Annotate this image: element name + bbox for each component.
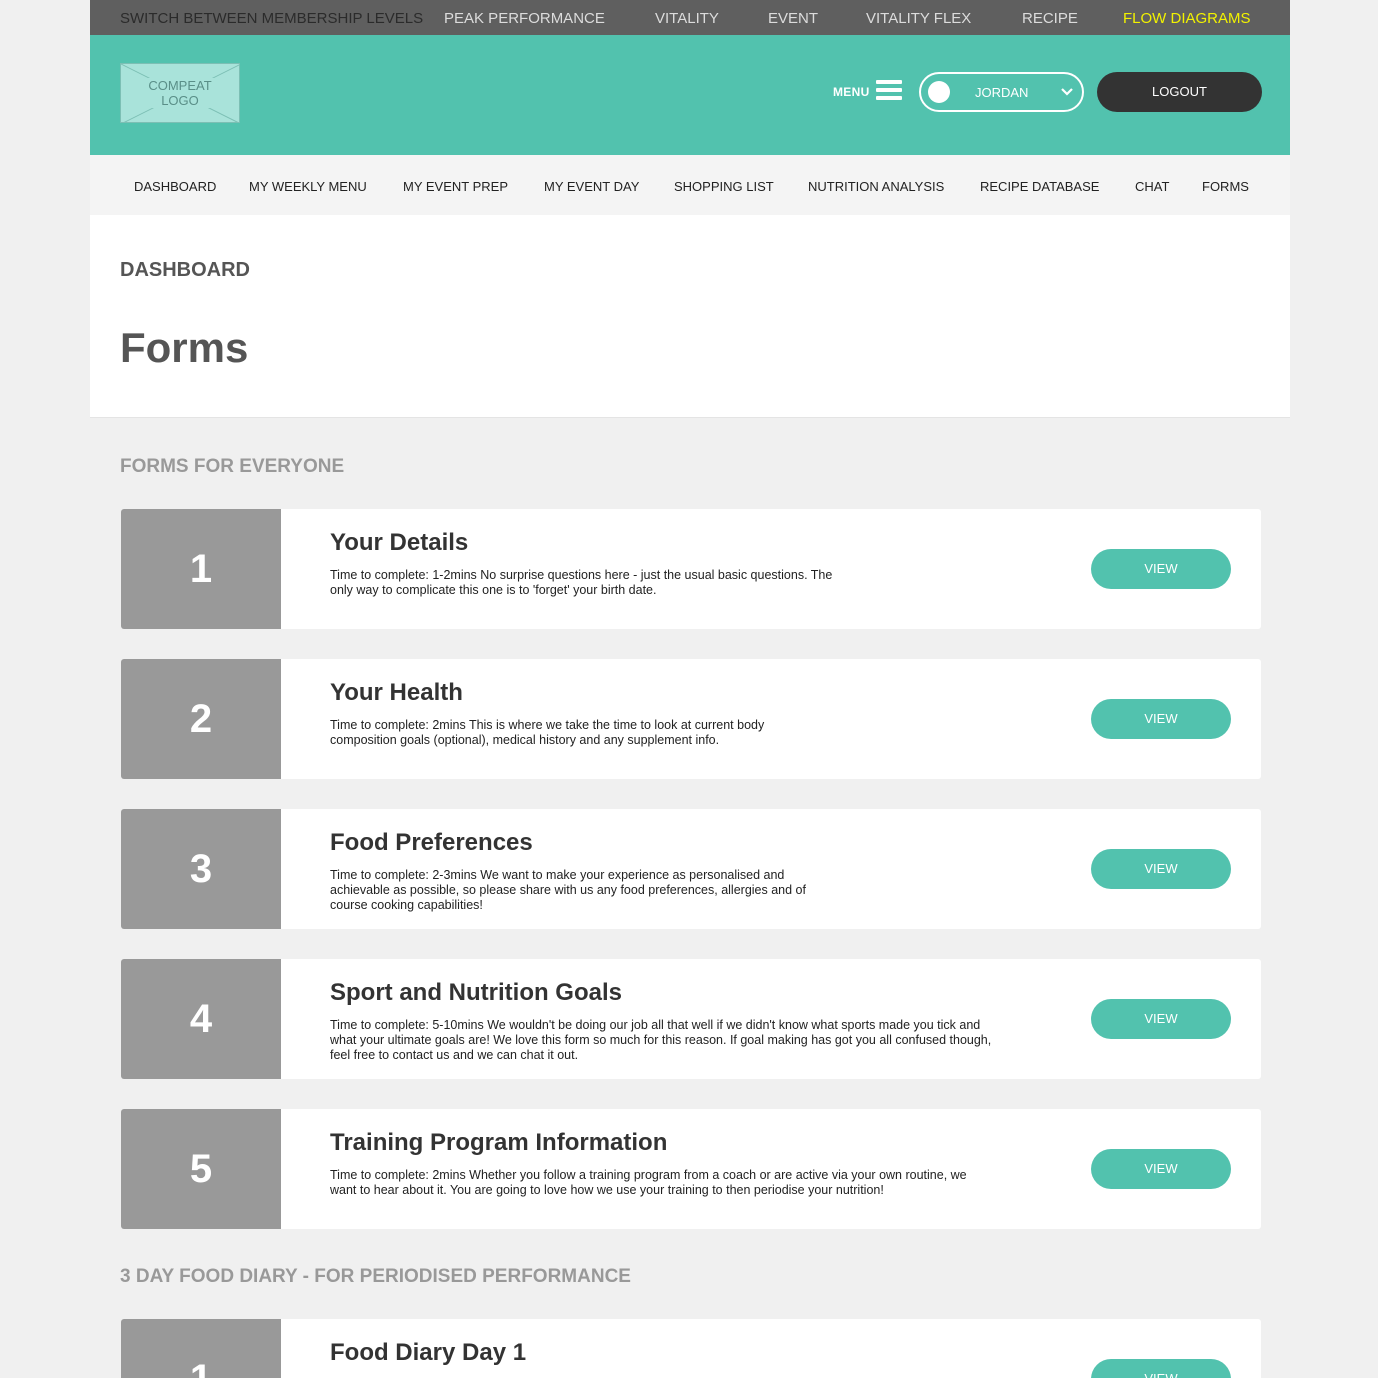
nav-item-nutrition-analysis[interactable]: NUTRITION ANALYSIS (808, 179, 944, 194)
chevron-down-icon (1061, 88, 1073, 96)
form-number: 2 (121, 659, 281, 779)
title-section: DASHBOARD Forms (90, 215, 1290, 418)
level-peak-performance[interactable]: PEAK PERFORMANCE (444, 10, 605, 27)
form-description: Time to complete: 2mins Whether you foll… (330, 1168, 967, 1197)
nav-item-chat[interactable]: CHAT (1135, 179, 1169, 194)
form-title: Sport and Nutrition Goals (330, 979, 622, 1006)
user-select[interactable]: JORDAN (919, 72, 1084, 112)
section-heading-food-diary: 3 DAY FOOD DIARY - FOR PERIODISED PERFOR… (120, 1266, 631, 1287)
nav-item-my-weekly-menu[interactable]: MY WEEKLY MENU (249, 179, 367, 194)
avatar (928, 81, 950, 103)
page: SWITCH BETWEEN MEMBERSHIP LEVELS PEAK PE… (90, 0, 1290, 1378)
form-number: 5 (121, 1109, 281, 1229)
nav-item-recipe-database[interactable]: RECIPE DATABASE (980, 179, 1099, 194)
nav-item-forms[interactable]: FORMS (1202, 179, 1249, 194)
view-button[interactable]: VIEW (1091, 849, 1231, 889)
switch-membership-label: SWITCH BETWEEN MEMBERSHIP LEVELS (120, 10, 424, 27)
level-vitality[interactable]: VITALITY (655, 10, 719, 27)
logo-text: COMPEAT LOGO (145, 78, 215, 108)
menu-label[interactable]: MENU (833, 85, 870, 99)
form-number: 1 (121, 1319, 281, 1378)
view-button[interactable]: VIEW (1091, 1359, 1231, 1378)
membership-switch-bar: SWITCH BETWEEN MEMBERSHIP LEVELS PEAK PE… (90, 0, 1290, 35)
nav-item-my-event-prep[interactable]: MY EVENT PREP (403, 179, 508, 194)
level-event[interactable]: EVENT (768, 10, 818, 27)
form-title: Training Program Information (330, 1129, 668, 1156)
hamburger-menu-icon[interactable] (876, 80, 902, 102)
main-nav: DASHBOARD MY WEEKLY MENU MY EVENT PREP M… (90, 155, 1290, 215)
form-title: Food Diary Day 1 (330, 1339, 527, 1366)
view-button[interactable]: VIEW (1091, 1149, 1231, 1189)
form-number: 4 (121, 959, 281, 1079)
form-title: Your Health (330, 679, 463, 706)
form-card: 4 Sport and Nutrition Goals Time to comp… (121, 959, 1261, 1079)
form-card: 1 Food Diary Day 1 VIEW (121, 1319, 1261, 1378)
form-title: Food Preferences (330, 829, 533, 856)
view-button[interactable]: VIEW (1091, 699, 1231, 739)
form-description: Time to complete: 5-10mins We wouldn't b… (330, 1018, 992, 1062)
nav-item-shopping-list[interactable]: SHOPPING LIST (674, 179, 774, 194)
level-vitality-flex[interactable]: VITALITY FLEX (866, 10, 971, 27)
form-card: 3 Food Preferences Time to complete: 2-3… (121, 809, 1261, 929)
logo[interactable]: COMPEAT LOGO (120, 63, 240, 123)
form-description: Time to complete: 1-2mins No surprise qu… (330, 568, 833, 597)
form-card: 1 Your Details Time to complete: 1-2mins… (121, 509, 1261, 629)
form-title: Your Details (330, 529, 469, 556)
nav-item-my-event-day[interactable]: MY EVENT DAY (544, 179, 639, 194)
level-recipe[interactable]: RECIPE (1022, 10, 1078, 27)
page-title: Forms (120, 324, 249, 371)
header: COMPEAT LOGO MENU JORDAN LOGOUT (90, 35, 1290, 155)
nav-item-dashboard[interactable]: DASHBOARD (134, 179, 216, 194)
form-card: 2 Your Health Time to complete: 2mins Th… (121, 659, 1261, 779)
form-card: 5 Training Program Information Time to c… (121, 1109, 1261, 1229)
section-heading-forms-for-everyone: FORMS FOR EVERYONE (120, 456, 345, 477)
user-name: JORDAN (975, 85, 1029, 100)
form-description: Time to complete: 2-3mins We want to mak… (330, 868, 806, 912)
view-button[interactable]: VIEW (1091, 549, 1231, 589)
form-number: 1 (121, 509, 281, 629)
logout-button[interactable]: LOGOUT (1097, 72, 1262, 112)
breadcrumb[interactable]: DASHBOARD (120, 259, 250, 282)
form-number: 3 (121, 809, 281, 929)
form-description: Time to complete: 2mins This is where we… (330, 718, 765, 747)
level-flow-diagrams[interactable]: FLOW DIAGRAMS (1123, 10, 1251, 27)
view-button[interactable]: VIEW (1091, 999, 1231, 1039)
